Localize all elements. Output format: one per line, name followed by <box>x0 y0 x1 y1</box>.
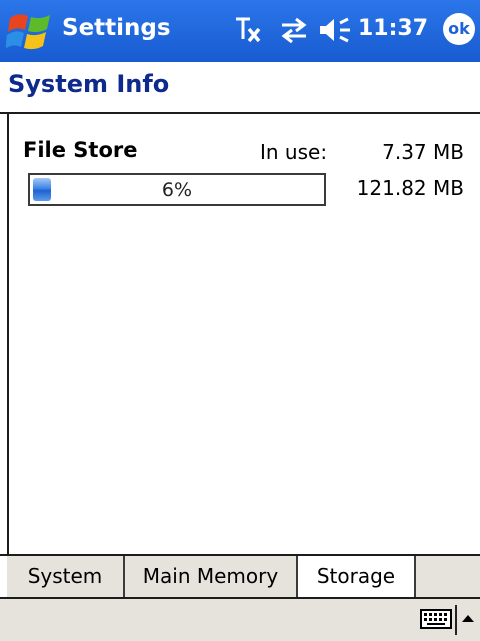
windows-flag-icon <box>5 14 50 50</box>
app-title: Settings <box>62 15 171 41</box>
in-use-value: 7.37 MB <box>382 140 464 164</box>
clock[interactable]: 11:37 <box>358 16 428 41</box>
menu-bar <box>0 599 480 641</box>
file-store-progress-bar: 6% <box>28 173 326 206</box>
tab-system[interactable]: System <box>7 556 125 597</box>
total-value: 121.82 MB <box>356 176 464 200</box>
tab-label: Storage <box>316 564 396 588</box>
keyboard-icon[interactable] <box>420 609 452 629</box>
start-menu-button[interactable] <box>5 10 56 54</box>
tab-main-memory[interactable]: Main Memory <box>125 556 298 597</box>
title-bar: Settings 11:37 ok <box>0 0 480 62</box>
tab-label: System <box>27 564 103 588</box>
tab-strip-filler <box>416 556 480 597</box>
tab-label: Main Memory <box>142 564 279 588</box>
antenna-off-icon[interactable] <box>234 15 266 51</box>
content-left-border <box>7 114 9 554</box>
file-store-label: File Store <box>23 138 138 162</box>
tab-storage[interactable]: Storage <box>298 556 416 597</box>
in-use-label: In use: <box>260 140 328 164</box>
input-panel-arrow-icon[interactable] <box>462 615 474 622</box>
speaker-icon[interactable] <box>318 15 354 51</box>
menu-separator <box>455 605 457 635</box>
page-title: System Info <box>8 70 170 98</box>
ok-button[interactable]: ok <box>443 13 475 45</box>
connectivity-icon[interactable] <box>278 15 310 51</box>
header-divider <box>0 112 480 114</box>
progress-percent-text: 6% <box>161 179 193 201</box>
